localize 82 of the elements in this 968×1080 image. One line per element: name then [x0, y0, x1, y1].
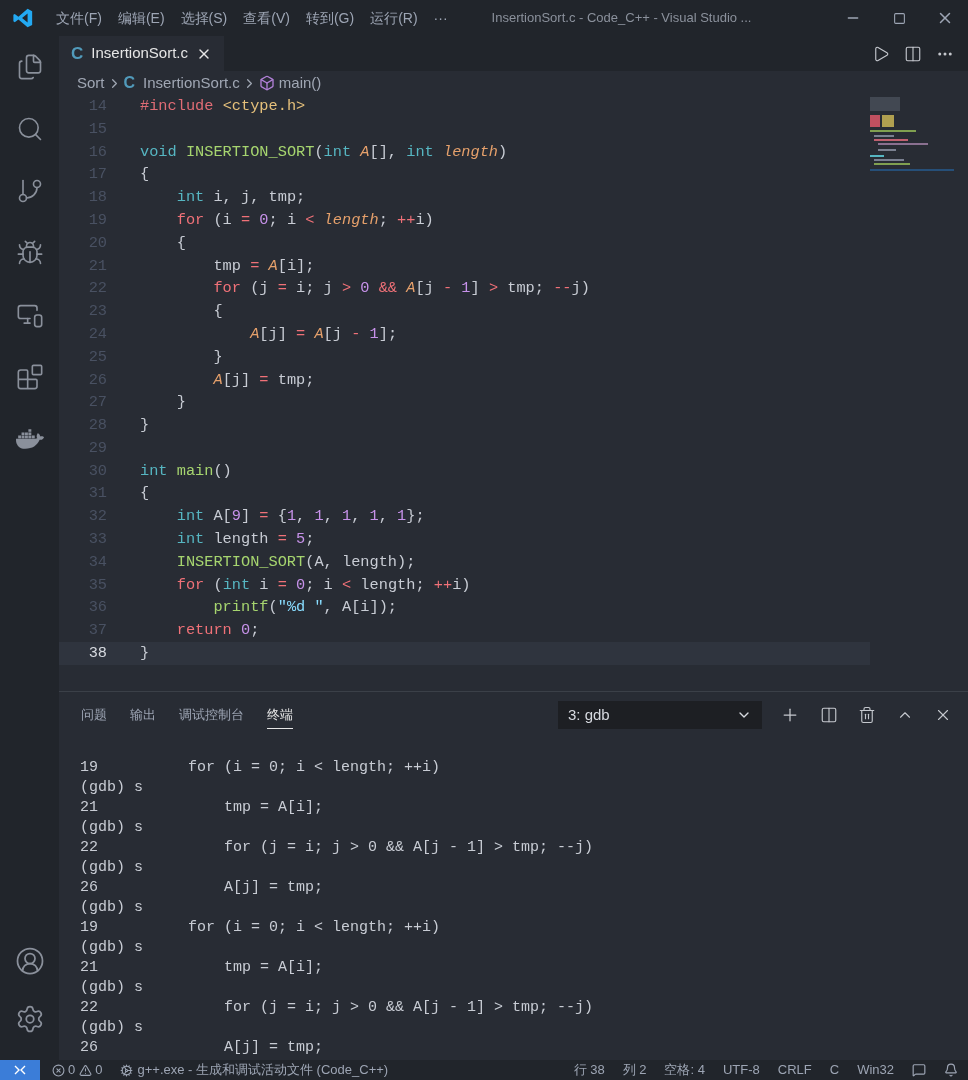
code-line: int A[9] = {1, 1, 1, 1, 1};	[175, 506, 425, 528]
terminal-line: 22 for (j = i; j > 0 && A[j - 1] > tmp; --j)	[80, 998, 594, 1018]
code-line: A[j] = tmp;	[212, 369, 315, 391]
editor-tab[interactable]: C InsertionSort.c	[59, 36, 224, 71]
breadcrumb-item[interactable]: Sort	[77, 71, 105, 95]
menu-item[interactable]: 编辑(E)	[109, 7, 173, 29]
panel-tab[interactable]: 调试控制台	[179, 701, 244, 729]
status-item[interactable]: 空格: 4	[664, 1060, 705, 1080]
breadcrumb-item[interactable]: InsertionSort.c	[143, 71, 240, 95]
code-line: A[j] = A[j - 1];	[248, 323, 398, 345]
c-file-icon: C	[71, 40, 84, 67]
status-item[interactable]: Win32	[857, 1060, 894, 1080]
trash-icon[interactable]	[858, 706, 876, 724]
app-logo-icon	[12, 7, 34, 29]
terminal-line: 22 for (j = i; j > 0 && A[j - 1] > tmp; --j)	[80, 838, 594, 858]
terminal-line: 21 tmp = A[i];	[80, 798, 324, 818]
error-count[interactable]: 0	[68, 1060, 76, 1080]
warning-count[interactable]: 0	[95, 1060, 103, 1080]
panel-tab[interactable]: 输出	[130, 701, 156, 729]
code-line: {	[175, 232, 186, 254]
line-number: 38	[87, 643, 107, 665]
tab-label: InsertionSort.c	[91, 43, 188, 64]
code-line: for (j = i; j > 0 && A[j - 1] > tmp; --j)	[212, 278, 590, 300]
panel-tab[interactable]: 终端	[267, 700, 293, 730]
code-line: INSERTION_SORT(A, length);	[175, 551, 416, 573]
gear-icon	[120, 1063, 134, 1077]
status-item[interactable]: C	[829, 1060, 840, 1080]
c-file-icon: C	[123, 71, 136, 95]
menu-item[interactable]: 转到(G)	[297, 7, 363, 29]
menu-item[interactable]: 运行(R)	[362, 7, 426, 29]
code-line: void INSERTION_SORT(int A[], int length)	[140, 141, 508, 163]
menu-item[interactable]: 选择(S)	[172, 7, 236, 29]
terminal-line: 21 tmp = A[i];	[80, 958, 324, 978]
code-line: }	[140, 415, 150, 437]
status-item[interactable]: UTF-8	[722, 1060, 760, 1080]
terminal-select[interactable]: 3: gdb	[558, 701, 762, 729]
code-line: int main()	[140, 460, 232, 482]
feedback-icon[interactable]	[912, 1063, 926, 1077]
breadcrumb-item[interactable]: main()	[278, 71, 322, 95]
run-icon[interactable]	[872, 44, 890, 63]
menu-item[interactable]: ···	[425, 7, 456, 29]
terminal-line: (gdb) s	[80, 978, 143, 998]
status-item[interactable]: CRLF	[777, 1060, 812, 1080]
code-line: for (i = 0; i < length; ++i)	[175, 209, 434, 231]
split-terminal-icon[interactable]	[820, 706, 838, 724]
launch-config[interactable]: g++.exe - 生成和调试活动文件 (Code_C++)	[137, 1060, 389, 1080]
code-line: return 0;	[175, 620, 260, 642]
menu-item[interactable]: 查看(V)	[235, 7, 298, 29]
code-line: {	[212, 301, 223, 323]
split-editor-icon[interactable]	[904, 44, 922, 63]
terminal-line: (gdb) s	[80, 1018, 143, 1038]
terminal-line: 26 A[j] = tmp;	[80, 1038, 324, 1058]
code-line: for (int i = 0; i < length; ++i)	[175, 574, 471, 596]
terminal-line: (gdb) s	[80, 858, 143, 878]
terminal-line: 26 A[j] = tmp;	[80, 878, 324, 898]
terminal-line: (gdb) s	[80, 898, 143, 918]
code-line: }	[175, 392, 186, 414]
terminal-line: (gdb) s	[80, 818, 143, 838]
window-title: InsertionSort.c - Code_C++ - Visual Studio ...	[491, 9, 752, 28]
code-line: }	[140, 643, 150, 665]
terminal-line: (gdb) s	[80, 778, 143, 798]
status-item[interactable]: 列 2	[622, 1060, 647, 1080]
remote-icon[interactable]	[13, 1063, 27, 1077]
code-line: printf("%d ", A[i]);	[212, 597, 398, 619]
maximize-icon[interactable]	[892, 11, 906, 25]
code-line: int i, j, tmp;	[175, 187, 306, 209]
terminal-line: 19 for (i = 0; i < length; ++i)	[80, 758, 441, 778]
code-line: }	[212, 346, 223, 368]
bell-icon[interactable]	[944, 1063, 958, 1077]
code-line: {	[140, 164, 150, 186]
terminal-line: 19 for (i = 0; i < length; ++i)	[80, 918, 441, 938]
error-icon	[52, 1063, 65, 1077]
menu-item[interactable]: 文件(F)	[48, 7, 110, 29]
code-line: tmp = A[i];	[212, 255, 315, 277]
cube-icon	[258, 75, 275, 91]
code-line: int length = 5;	[175, 529, 315, 551]
status-item[interactable]: 行 38	[573, 1060, 605, 1080]
warning-icon	[79, 1063, 93, 1077]
code-line: #include <ctype.h>	[140, 95, 306, 117]
code-line: {	[140, 483, 150, 505]
terminal-line: (gdb) s	[80, 938, 143, 958]
panel-tab[interactable]: 问题	[81, 701, 107, 729]
